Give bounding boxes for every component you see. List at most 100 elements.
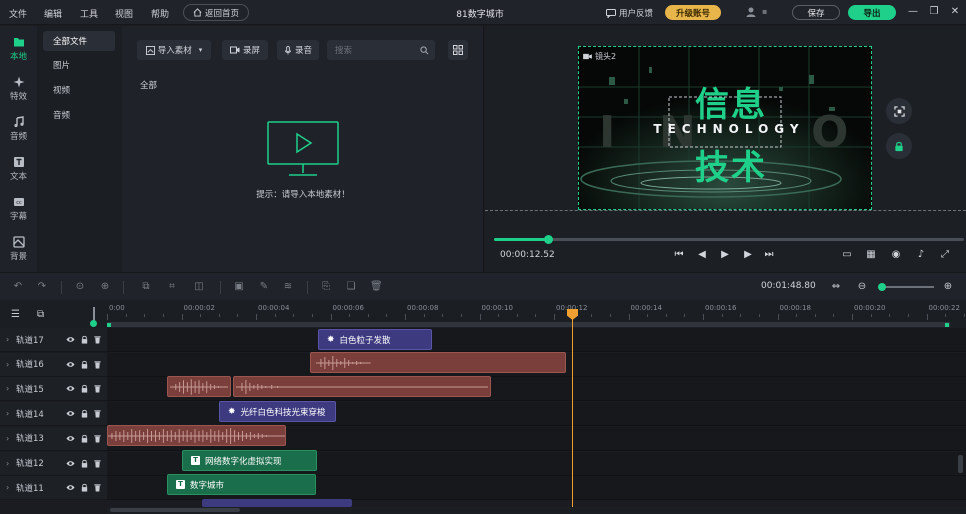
- category-audio[interactable]: 音频: [43, 105, 115, 125]
- menu-help[interactable]: 帮助: [151, 7, 169, 20]
- effect-clip-particles[interactable]: ✸ 白色粒子发散: [318, 329, 432, 350]
- export-button[interactable]: 导出: [848, 5, 896, 20]
- rail-item-effects[interactable]: 特效: [0, 70, 37, 108]
- image-edit-icon[interactable]: ▣: [233, 281, 245, 293]
- search-input[interactable]: 搜索: [327, 40, 435, 60]
- chevron-right-icon[interactable]: ›: [6, 384, 9, 393]
- video-canvas[interactable]: I N O 信息 TECHNOLOGY 技术 镜头2: [578, 46, 872, 210]
- aspect-ratio-icon[interactable]: ▭: [841, 249, 853, 261]
- copy-icon[interactable]: ❏: [345, 281, 357, 293]
- chevron-right-icon[interactable]: ›: [6, 483, 9, 492]
- trash-icon[interactable]: [93, 459, 102, 468]
- trash-icon[interactable]: [93, 409, 102, 418]
- home-button[interactable]: 返回首页: [183, 4, 249, 21]
- rail-item-audio[interactable]: 音频: [0, 110, 37, 148]
- category-all-files[interactable]: 全部文件: [43, 31, 115, 51]
- track-header[interactable]: › 轨道13: [0, 426, 107, 451]
- text-clip-digital-city[interactable]: T 数字城市: [167, 474, 316, 495]
- grid-overlay-icon[interactable]: ▦: [865, 249, 877, 261]
- add-track-icon[interactable]: ⧉: [37, 309, 44, 320]
- menu-view[interactable]: 视图: [115, 7, 133, 20]
- audio-clip[interactable]: [167, 376, 231, 397]
- split-icon[interactable]: ⧉: [140, 281, 152, 293]
- import-media-button[interactable]: 导入素材 ▾: [137, 40, 211, 60]
- rail-item-background[interactable]: 背景: [0, 230, 37, 268]
- menu-tools[interactable]: 工具: [80, 7, 98, 20]
- playback-progress-handle[interactable]: [544, 235, 554, 244]
- lock-icon[interactable]: [80, 335, 89, 344]
- zoom-in-icon[interactable]: ⊕: [942, 281, 954, 293]
- zoom-slider[interactable]: [878, 286, 934, 288]
- snapshot-icon[interactable]: ◉: [890, 249, 902, 261]
- category-videos[interactable]: 视频: [43, 80, 115, 100]
- trash-icon[interactable]: [93, 384, 102, 393]
- paste-icon[interactable]: ⎘: [320, 281, 332, 293]
- timeline-start-handle[interactable]: [90, 320, 97, 327]
- pen-icon[interactable]: ✎: [258, 281, 270, 293]
- lock-icon[interactable]: [80, 384, 89, 393]
- upgrade-button[interactable]: 升级账号: [665, 5, 721, 20]
- track-header[interactable]: › 轨道17: [0, 328, 107, 352]
- rail-item-text[interactable]: 文本: [0, 150, 37, 188]
- text-clip-network[interactable]: T 网络数字化虚拟实现: [182, 450, 317, 471]
- skip-end-icon[interactable]: ⏭: [763, 249, 775, 261]
- lock-icon[interactable]: [80, 459, 89, 468]
- record-audio-button[interactable]: 录音: [277, 40, 319, 60]
- lock-icon[interactable]: [80, 360, 89, 369]
- work-range-start[interactable]: [107, 323, 111, 327]
- lock-button[interactable]: [886, 133, 912, 159]
- eye-icon[interactable]: [66, 483, 75, 492]
- lock-icon[interactable]: [80, 409, 89, 418]
- eye-icon[interactable]: [66, 335, 75, 344]
- minimize-icon[interactable]: —: [906, 5, 920, 19]
- grid-view-button[interactable]: [448, 40, 468, 60]
- crop-icon[interactable]: ⌗: [166, 281, 178, 293]
- maximize-icon[interactable]: ❐: [927, 5, 941, 19]
- eye-icon[interactable]: [66, 384, 75, 393]
- track-header[interactable]: › 轨道12: [0, 451, 107, 476]
- audio-clip[interactable]: [310, 352, 566, 373]
- target-icon[interactable]: ⊕: [99, 281, 111, 293]
- prev-frame-icon[interactable]: ◀: [696, 249, 708, 261]
- trash-icon[interactable]: [93, 434, 102, 443]
- close-icon[interactable]: ✕: [948, 5, 962, 19]
- fullscreen-icon[interactable]: ⤢: [939, 249, 951, 261]
- save-button[interactable]: 保存: [792, 5, 840, 20]
- user-avatar-icon[interactable]: [745, 6, 757, 18]
- category-images[interactable]: 图片: [43, 55, 115, 75]
- audio-clip[interactable]: [233, 376, 491, 397]
- chevron-right-icon[interactable]: ›: [6, 335, 9, 344]
- fit-timeline-icon[interactable]: ⇔: [830, 281, 842, 293]
- mask-icon[interactable]: ⊙: [74, 281, 86, 293]
- volume-icon[interactable]: ♪: [915, 249, 927, 261]
- eye-icon[interactable]: [66, 459, 75, 468]
- vertical-scrollbar[interactable]: [958, 455, 963, 473]
- skip-start-icon[interactable]: ⏮: [673, 249, 685, 261]
- undo-icon[interactable]: ↶: [12, 281, 24, 293]
- chevron-right-icon[interactable]: ›: [6, 434, 9, 443]
- work-range-end[interactable]: [945, 323, 949, 327]
- flip-icon[interactable]: ◫: [193, 281, 205, 293]
- trash-icon[interactable]: [93, 335, 102, 344]
- track-settings-icon[interactable]: ☰: [11, 309, 20, 320]
- user-dropdown-icon[interactable]: ▪: [762, 7, 767, 16]
- zoom-slider-handle[interactable]: [878, 283, 886, 291]
- feedback-link[interactable]: 用户反馈: [606, 7, 653, 19]
- chevron-right-icon[interactable]: ›: [6, 360, 9, 369]
- eye-icon[interactable]: [66, 360, 75, 369]
- rail-item-captions[interactable]: cc 字幕: [0, 190, 37, 228]
- effect-clip-partial[interactable]: [202, 499, 352, 507]
- redo-icon[interactable]: ↷: [36, 281, 48, 293]
- eye-icon[interactable]: [66, 409, 75, 418]
- track-header[interactable]: › 轨道15: [0, 377, 107, 402]
- audio-clip[interactable]: [107, 425, 286, 446]
- track-header[interactable]: › 轨道11: [0, 476, 107, 501]
- eye-icon[interactable]: [66, 434, 75, 443]
- trash-icon[interactable]: [93, 483, 102, 492]
- track-header[interactable]: › 轨道16: [0, 352, 107, 377]
- track-header[interactable]: › 轨道14: [0, 402, 107, 427]
- delete-icon[interactable]: 🗑: [370, 281, 383, 293]
- next-frame-icon[interactable]: ▶: [742, 249, 754, 261]
- playback-progress-bar[interactable]: [494, 235, 964, 244]
- horizontal-scrollbar[interactable]: [110, 508, 240, 512]
